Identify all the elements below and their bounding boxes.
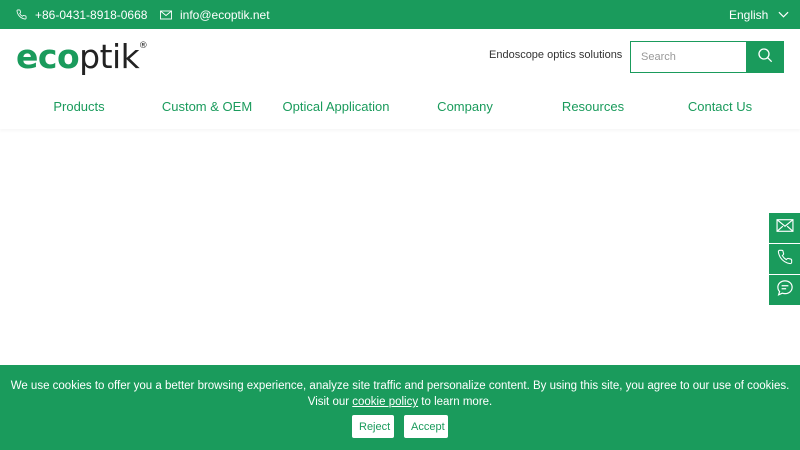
language-selector[interactable]: English [729,0,789,29]
email-contact[interactable]: info@ecoptik.net [160,0,270,29]
phone-icon [777,249,793,270]
cookie-policy-link[interactable]: cookie policy [352,396,418,408]
main-nav: Products Custom & OEM Optical Applicatio… [0,85,800,129]
logo[interactable]: ecoptik ® [16,37,148,76]
side-email-button[interactable] [769,213,800,243]
language-label: English [729,7,769,22]
cookie-banner: We use cookies to offer you a better bro… [0,365,800,450]
mail-icon [160,10,172,20]
nav-item-resources[interactable]: Resources [562,85,624,129]
nav-item-company[interactable]: Company [437,85,493,129]
top-bar: +86-0431-8918-0668 info@ecoptik.net Engl… [0,0,800,29]
cookie-actions: Reject Accept [0,415,800,438]
phone-contact[interactable]: +86-0431-8918-0668 [16,0,147,29]
chat-icon [776,279,794,302]
nav-item-optical-application[interactable]: Optical Application [283,85,390,129]
mail-icon [775,219,794,237]
nav-item-products[interactable]: Products [53,85,104,129]
cookie-text-after: to learn more. [418,396,493,408]
logo-part-eco: eco [16,37,80,76]
phone-icon [16,9,27,20]
reject-button[interactable]: Reject [352,415,394,438]
side-chat-button[interactable] [769,275,800,305]
logo-part-ptik: ptik [79,37,140,76]
chevron-down-icon [778,11,789,18]
accept-button[interactable]: Accept [404,415,448,438]
search-button[interactable] [746,41,784,73]
cookie-message: We use cookies to offer you a better bro… [10,378,790,410]
tagline: Endoscope optics solutions [489,49,623,61]
registered-mark: ® [138,41,148,51]
email-address: info@ecoptik.net [180,7,270,22]
search-input[interactable] [630,41,746,73]
search-box [630,41,784,73]
nav-item-custom-oem[interactable]: Custom & OEM [162,85,252,129]
side-phone-button[interactable] [769,244,800,274]
search-icon [757,47,773,68]
site-header: ecoptik ® Endoscope optics solutions [0,29,800,85]
nav-item-contact-us[interactable]: Contact Us [688,85,752,129]
phone-number: +86-0431-8918-0668 [35,7,148,22]
